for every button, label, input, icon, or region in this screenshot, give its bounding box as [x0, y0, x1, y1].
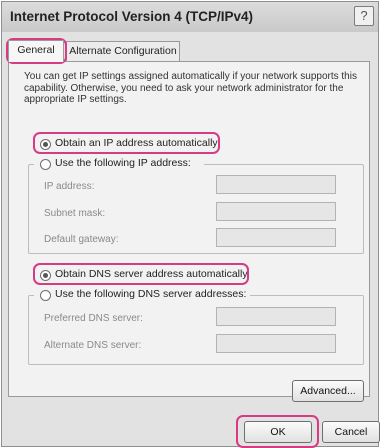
default-gateway-input[interactable] — [216, 228, 336, 247]
ip-address-label: IP address: — [44, 181, 95, 192]
tab-alternate-configuration[interactable]: Alternate Configuration — [66, 41, 180, 61]
ip-address-input[interactable] — [216, 175, 336, 194]
alternate-dns-input[interactable] — [216, 334, 336, 353]
default-gateway-label: Default gateway: — [44, 234, 119, 245]
ok-button-highlight — [236, 415, 319, 448]
title-bar: Internet Protocol Version 4 (TCP/IPv4) ? — [2, 2, 378, 32]
use-following-dns-radio[interactable] — [40, 290, 51, 301]
intro-text: You can get IP settings assigned automat… — [24, 71, 357, 105]
use-following-ip-radio[interactable] — [40, 159, 51, 170]
use-following-dns-label[interactable]: Use the following DNS server addresses: — [55, 288, 246, 300]
dns-server-group — [28, 295, 364, 365]
preferred-dns-label: Preferred DNS server: — [44, 313, 143, 324]
cancel-button[interactable]: Cancel — [322, 421, 380, 443]
help-button[interactable]: ? — [354, 6, 374, 26]
obtain-ip-auto-highlight — [33, 132, 220, 154]
subnet-mask-input[interactable] — [216, 202, 336, 221]
obtain-dns-auto-highlight — [33, 263, 249, 285]
subnet-mask-label: Subnet mask: — [44, 208, 106, 219]
window-title: Internet Protocol Version 4 (TCP/IPv4) — [10, 9, 254, 24]
alternate-dns-label: Alternate DNS server: — [44, 340, 142, 351]
use-following-ip-label[interactable]: Use the following IP address: — [55, 157, 191, 169]
tab-general[interactable]: General — [8, 40, 64, 62]
advanced-button[interactable]: Advanced... — [292, 380, 364, 402]
preferred-dns-input[interactable] — [216, 307, 336, 326]
